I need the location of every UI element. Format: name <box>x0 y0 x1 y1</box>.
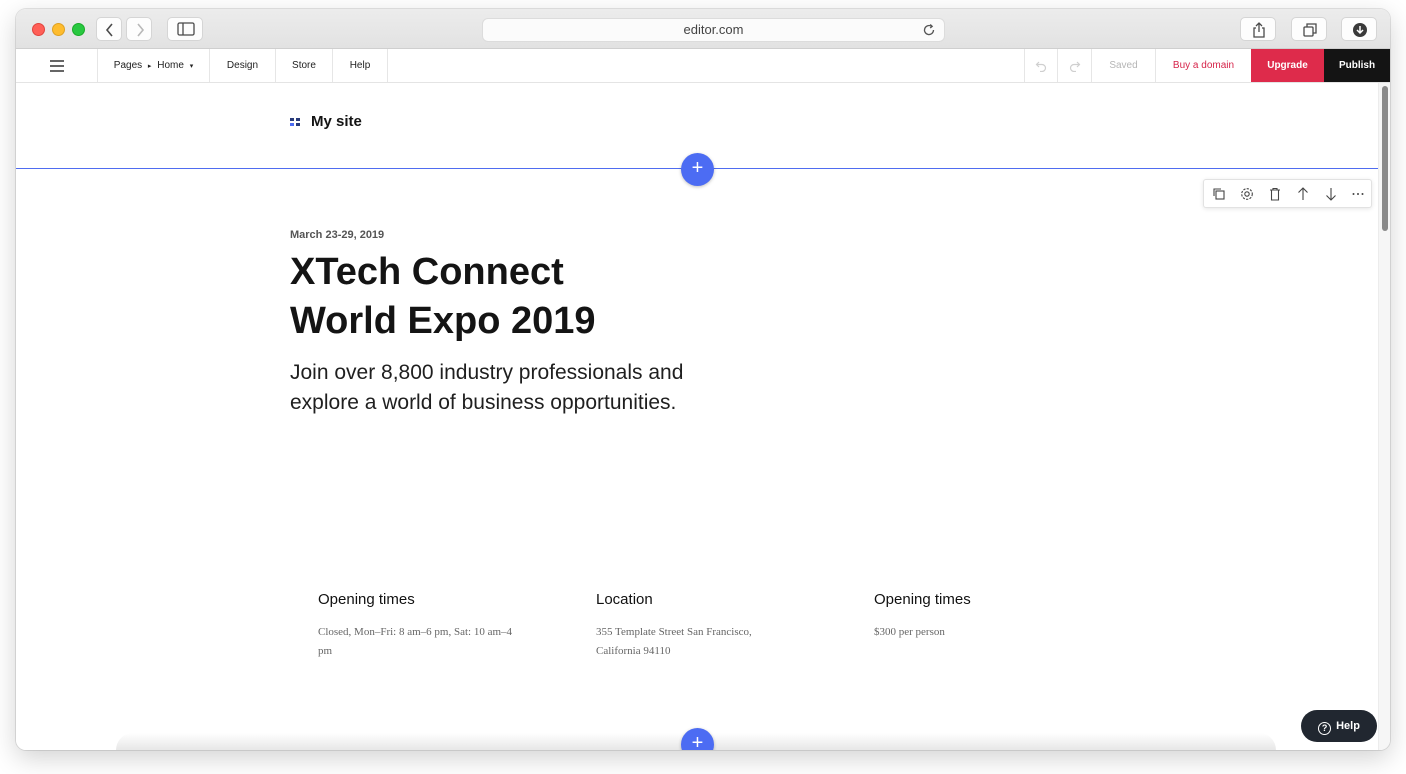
redo-icon <box>1069 61 1080 73</box>
vertical-scrollbar[interactable] <box>1378 83 1390 750</box>
block-toolbar <box>1203 179 1372 208</box>
info-heading: Location <box>596 591 653 608</box>
close-window-button[interactable] <box>32 23 45 36</box>
zoom-window-button[interactable] <box>72 23 85 36</box>
add-section-button[interactable]: + <box>681 153 714 186</box>
reload-icon[interactable] <box>922 23 936 37</box>
event-date[interactable]: March 23-29, 2019 <box>290 229 384 241</box>
undo-icon <box>1035 61 1047 73</box>
event-subtitle[interactable]: Join over 8,800 industry professionals a… <box>290 358 710 418</box>
download-icon <box>1353 23 1367 37</box>
store-menu-button[interactable]: Store <box>276 49 333 82</box>
event-title-line2: World Expo 2019 <box>290 300 596 342</box>
chevron-left-icon <box>105 23 113 37</box>
sidebar-toggle-button[interactable] <box>167 17 203 41</box>
address-url: editor.com <box>683 22 744 37</box>
editor-toolbar: Pages ▸ Home ▾ Design Store Help Saved B… <box>16 49 1390 83</box>
chevron-right-icon <box>137 23 145 37</box>
help-widget-button[interactable]: ? Help <box>1301 710 1377 742</box>
hamburger-icon <box>49 60 64 72</box>
grid-logo-icon <box>290 117 300 126</box>
sidebar-icon <box>177 22 195 36</box>
info-column-price[interactable]: Opening times $300 per person <box>874 591 1114 642</box>
redo-button[interactable] <box>1058 49 1092 82</box>
event-title[interactable]: XTech Connect World Expo 2019 <box>290 248 790 346</box>
info-text: $300 per person <box>874 626 945 638</box>
saved-status: Saved <box>1092 49 1156 82</box>
more-options-icon[interactable] <box>1350 186 1366 202</box>
site-logo[interactable]: My site <box>290 113 362 130</box>
settings-gear-icon[interactable] <box>1239 186 1255 202</box>
browser-titlebar: editor.com <box>16 9 1390 49</box>
pages-label: Pages <box>113 60 143 71</box>
trash-icon[interactable] <box>1267 186 1283 202</box>
browser-window: editor.com Pages ▸ Home ▾ Design Store H… <box>16 9 1390 750</box>
downloads-button[interactable] <box>1341 17 1377 41</box>
event-title-line1: XTech Connect <box>290 251 564 293</box>
site-name: My site <box>311 113 362 130</box>
breadcrumb-arrow-icon: ▸ <box>147 63 152 70</box>
editor-canvas: My site + March 23-29, 2019 XTech Connec… <box>16 83 1378 750</box>
forward-button[interactable] <box>126 17 152 41</box>
back-button[interactable] <box>96 17 122 41</box>
help-menu-button[interactable]: Help <box>333 49 388 82</box>
address-bar[interactable]: editor.com <box>482 18 945 42</box>
move-up-arrow-icon[interactable] <box>1295 186 1311 202</box>
tabs-overview-button[interactable] <box>1291 17 1327 41</box>
info-column-opening-times[interactable]: Opening times Closed, Mon–Fri: 8 am–6 pm… <box>318 591 558 661</box>
scrollbar-thumb[interactable] <box>1382 86 1388 231</box>
minimize-window-button[interactable] <box>52 23 65 36</box>
info-text: Closed, Mon–Fri: 8 am–6 pm, Sat: 10 am–4… <box>318 626 513 657</box>
plus-icon: + <box>691 732 704 750</box>
pages-dropdown[interactable]: Pages ▸ Home ▾ <box>98 49 210 82</box>
share-icon <box>1253 22 1265 38</box>
question-icon: ? <box>1318 722 1332 735</box>
main-menu-button[interactable] <box>16 49 98 82</box>
info-heading: Opening times <box>318 591 415 608</box>
plus-icon: + <box>691 157 704 179</box>
design-menu-button[interactable]: Design <box>210 49 276 82</box>
duplicate-icon[interactable] <box>1211 186 1227 202</box>
upgrade-button[interactable]: Upgrade <box>1251 49 1324 82</box>
add-section-bottom-button[interactable]: + <box>681 728 714 750</box>
current-page-label: Home <box>157 60 184 71</box>
help-widget-label: Help <box>1336 720 1360 732</box>
buy-domain-button[interactable]: Buy a domain <box>1156 49 1251 82</box>
info-text: 355 Template Street San Francisco, Calif… <box>596 626 752 657</box>
info-heading: Opening times <box>874 591 971 608</box>
info-column-location[interactable]: Location 355 Template Street San Francis… <box>596 591 836 661</box>
move-down-arrow-icon[interactable] <box>1323 186 1339 202</box>
chevron-down-icon: ▾ <box>189 63 194 70</box>
publish-button[interactable]: Publish <box>1324 49 1390 82</box>
tabs-icon <box>1303 23 1317 37</box>
share-button[interactable] <box>1240 17 1276 41</box>
undo-button[interactable] <box>1024 49 1058 82</box>
